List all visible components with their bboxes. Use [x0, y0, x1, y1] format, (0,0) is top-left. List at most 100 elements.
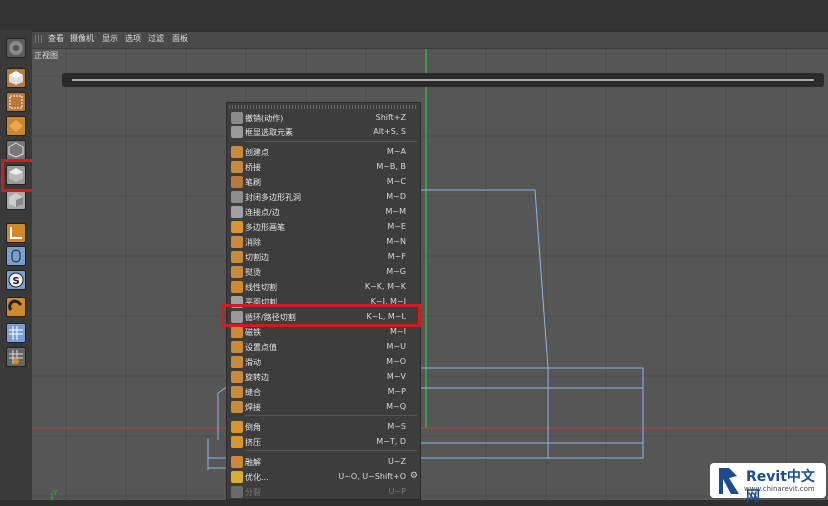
timeline-scrollbar[interactable] [62, 73, 824, 87]
menu-item[interactable]: 熨烫 M~G [227, 265, 422, 280]
weld-icon [231, 401, 243, 413]
menu-item-label: 滑动 [245, 358, 261, 367]
menu-options[interactable]: 选项 [125, 33, 141, 44]
menu-item-shortcut: M~V [386, 372, 406, 381]
menu-item-label: 倒角 [245, 423, 261, 432]
point-mode-icon[interactable] [6, 140, 26, 160]
bridge-icon [231, 161, 243, 173]
viewport-grid: Y [32, 48, 828, 500]
menu-item[interactable]: 优化... U~O, U~Shift+O ⚙ [227, 470, 422, 485]
line-cut-icon [231, 281, 243, 293]
slide-icon [231, 356, 243, 368]
loop-path-cut-highlight [221, 304, 421, 327]
menu-item-label: 创建点 [245, 148, 269, 157]
menu-item[interactable]: 笔刷 M~C [227, 175, 422, 190]
menu-view[interactable]: 查看 [48, 33, 64, 44]
menu-item-label: 磁铁 [245, 328, 261, 337]
workplane-lock-icon[interactable] [6, 323, 26, 343]
menu-item-shortcut: U~O, U~Shift+O [338, 472, 406, 481]
app-logo-icon[interactable] [6, 38, 26, 58]
front-viewport[interactable]: Y 查看 摄像机 显示 选项 过滤 面板 正视图 [32, 32, 828, 500]
tweak-mode-icon[interactable] [6, 246, 26, 266]
menu-filter[interactable]: 过滤 [148, 33, 164, 44]
menu-item-shortcut: Alt+S, S [373, 127, 406, 136]
menu-item-shortcut: M~D [386, 192, 406, 201]
frame-selection-icon [231, 126, 243, 138]
watermark-logo: Revit中文网 www.chinarevit.com [710, 463, 826, 505]
menu-item-label: 挤压 [245, 438, 261, 447]
menu-item[interactable]: 滑动 M~O [227, 355, 422, 370]
menu-item-label: 焊接 [245, 403, 261, 412]
close-hole-icon [231, 191, 243, 203]
menu-item-shortcut: M~B, B [376, 162, 406, 171]
menu-item-shortcut: M~O [386, 357, 406, 366]
menu-item[interactable]: 分裂 U~P [227, 485, 422, 500]
menu-item-label: 多边形画笔 [245, 223, 285, 232]
polygon-mode-icon[interactable] [6, 190, 26, 210]
menu-display[interactable]: 显示 [102, 33, 118, 44]
model-mode-icon[interactable] [6, 92, 26, 112]
viewport-name-label: 正视图 [34, 51, 58, 60]
menubar-grip-icon[interactable] [35, 35, 43, 43]
left-toolbar: S [0, 30, 32, 500]
menu-item[interactable]: 倒角 M~S [227, 420, 422, 435]
axis-mode-icon[interactable] [6, 223, 26, 243]
menu-item-label: 撤销(动作) [245, 114, 284, 123]
menu-item-shortcut: M~I [390, 327, 406, 336]
menu-item[interactable]: 消除 M~N [227, 235, 422, 250]
menu-item-shortcut: U~P [388, 487, 406, 496]
menu-item-shortcut: M~U [386, 342, 406, 351]
menu-item[interactable]: 磁铁 M~I [227, 325, 422, 340]
menu-item-shortcut: M~C [386, 177, 406, 186]
menu-item-label: 设置点值 [245, 343, 277, 352]
menu-item[interactable]: 桥接 M~B, B [227, 160, 422, 175]
menu-item-shortcut: M~T, D [376, 437, 406, 446]
menu-item-shortcut: M~Q [386, 402, 406, 411]
menu-item[interactable]: 连接点/边 M~M [227, 205, 422, 220]
viewport-menubar: 查看 摄像机 显示 选项 过滤 面板 [32, 32, 828, 49]
menu-item[interactable]: 创建点 M~A [227, 145, 422, 160]
menu-tearoff-grip[interactable] [229, 105, 418, 109]
menu-item[interactable]: 封闭多边形孔洞 M~D [227, 190, 422, 205]
iron-icon [231, 266, 243, 278]
workplane-icon[interactable] [6, 347, 26, 367]
watermark-url: www.chinarevit.com [744, 485, 815, 493]
texture-mode-icon[interactable] [6, 116, 26, 136]
menu-item-label: 封闭多边形孔洞 [245, 193, 301, 202]
edge-cut-icon [231, 251, 243, 263]
menu-item[interactable]: 旋转边 M~V [227, 370, 422, 385]
menu-item[interactable]: 线性切割 K~K, M~K [227, 280, 422, 295]
settings-gear-icon[interactable]: ⚙ [410, 471, 418, 481]
magnet-tool-icon[interactable] [6, 297, 26, 317]
menu-item-label: 消除 [245, 238, 261, 247]
polygon-mode-highlight [1, 159, 36, 192]
menu-panel[interactable]: 面板 [172, 33, 188, 44]
menu-item[interactable]: 焊接 M~Q [227, 400, 422, 415]
optimize-icon [231, 471, 243, 483]
context-menu: 撤销(动作) Shift+Z 框显选取元素 Alt+S, S 创建点 M~A 桥接 M~B, … [226, 102, 421, 500]
polygon-pen-icon [231, 221, 243, 233]
menu-item-shortcut: M~F [387, 252, 406, 261]
menu-item[interactable]: 框显选取元素 Alt+S, S [227, 125, 422, 140]
menu-item[interactable]: 挤压 M~T, D [227, 435, 422, 450]
revit-logo-icon [719, 468, 739, 494]
undo-icon [231, 112, 243, 124]
menu-item[interactable]: 多边形画笔 M~E [227, 220, 422, 235]
menu-item-shortcut: M~N [386, 237, 406, 246]
svg-text:Y: Y [52, 489, 58, 497]
menu-item[interactable]: 设置点值 M~U [227, 340, 422, 355]
spin-edge-icon [231, 371, 243, 383]
menu-item[interactable]: 切割边 M~F [227, 250, 422, 265]
magnet-icon [231, 326, 243, 338]
menu-cameras[interactable]: 摄像机 [70, 33, 94, 44]
menu-item[interactable]: 融解 U~Z [227, 455, 422, 470]
snap-icon[interactable]: S [6, 270, 26, 290]
menu-separator [245, 450, 417, 451]
menu-item[interactable]: 缝合 M~P [227, 385, 422, 400]
menu-item[interactable]: 撤销(动作) Shift+Z [227, 111, 422, 126]
menu-item-label: 框显选取元素 [245, 128, 293, 137]
dissolve-icon [231, 236, 243, 248]
bevel-icon [231, 421, 243, 433]
make-editable-icon[interactable] [6, 68, 26, 88]
menu-item-label: 融解 [245, 458, 261, 467]
